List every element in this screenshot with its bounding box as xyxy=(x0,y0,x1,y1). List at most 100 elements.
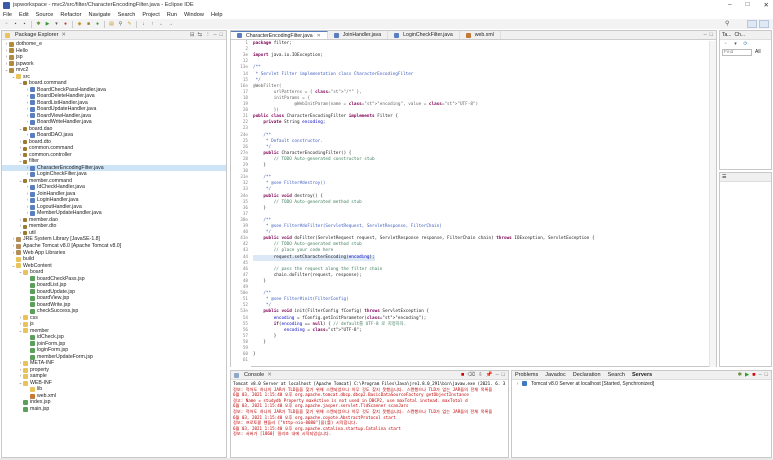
jsp-icon xyxy=(30,347,35,353)
tab-declaration[interactable]: Declaration xyxy=(573,372,601,378)
jsp-icon xyxy=(30,308,35,314)
java-icon xyxy=(30,198,35,204)
console-launch-header: Tomcat v8.0 Server at localhost [Apache … xyxy=(233,381,506,386)
next-annotation-icon[interactable]: ↓ xyxy=(140,21,147,28)
toolbar-divider xyxy=(136,20,137,28)
editor-tab[interactable]: web.xml xyxy=(460,31,501,39)
main-toolbar: ▫ ▪ ▪ ✱ ▶ ▾ ● ◆ ■ ● ▤ ⚲ ✎ ↓ ↑ ← → ⚲ xyxy=(0,19,773,29)
minimize-view-icon[interactable]: – xyxy=(759,372,762,378)
project-tree: › dothome_e › Hello › jsp › jspwork ⌄ mvc2 ⌄ src ⌄ bo… xyxy=(2,40,226,412)
external-tools-icon[interactable]: ● xyxy=(62,21,69,28)
close-tab-icon[interactable]: ✕ xyxy=(317,33,321,39)
menu-run[interactable]: Run xyxy=(167,12,177,18)
debug-icon[interactable]: ✱ xyxy=(35,21,42,28)
maximize-button[interactable]: □ xyxy=(746,1,750,9)
server-label: Tomcat v8.0 Server at localhost [Started… xyxy=(531,380,655,387)
editor-tab[interactable]: CharacterEncodingFilter.java ✕ xyxy=(231,31,328,39)
stop-server-icon[interactable]: ■ xyxy=(752,372,755,378)
expand-arrow-icon[interactable]: › xyxy=(515,381,520,386)
run-icon[interactable]: ▶ xyxy=(44,21,51,28)
clear-console-icon[interactable]: ⌫ xyxy=(467,372,475,378)
back-icon[interactable]: ← xyxy=(158,21,165,28)
package-explorer-title[interactable]: Package Explorer xyxy=(15,32,58,38)
tab-javadoc[interactable]: Javadoc xyxy=(545,372,566,378)
maximize-view-icon[interactable]: □ xyxy=(502,372,505,378)
new-icon[interactable]: ▫ xyxy=(3,21,10,28)
menu-help[interactable]: Help xyxy=(211,12,223,18)
project-icon xyxy=(9,54,14,60)
code-editor[interactable]: 1 package filter; 2 3⊕ import java.io.IOExce… xyxy=(231,41,716,367)
package-explorer-header: Package Explorer ✕ ⊟ ⇆ ⋮ – □ xyxy=(2,31,226,40)
menu-refactor[interactable]: Refactor xyxy=(60,12,81,18)
close-icon[interactable]: ✕ xyxy=(61,32,66,38)
quick-access-icon[interactable]: ⚲ xyxy=(725,20,733,28)
outline-tabs: ☰ xyxy=(720,173,771,182)
collapse-all-icon[interactable]: ⊟ xyxy=(190,32,195,38)
terminate-icon[interactable]: ■ xyxy=(461,372,464,378)
editor-tab[interactable]: LoginCheckFilter.java xyxy=(388,31,460,39)
maximize-view-icon[interactable]: □ xyxy=(765,372,768,378)
run-dropdown-icon[interactable]: ▾ xyxy=(53,21,60,28)
new-package-icon[interactable]: ■ xyxy=(85,21,92,28)
server-row[interactable]: › Tomcat v8.0 Server at localhost [Start… xyxy=(512,380,771,387)
tree-item[interactable]: main.jsp xyxy=(2,406,226,413)
new-class-icon[interactable]: ● xyxy=(94,21,101,28)
tab-search[interactable]: Search xyxy=(608,372,625,378)
save-icon[interactable]: ▪ xyxy=(12,21,19,28)
close-icon[interactable]: ✕ xyxy=(267,372,272,378)
filter-icon[interactable]: ▾ xyxy=(732,41,739,48)
menu-project[interactable]: Project xyxy=(142,12,159,18)
toolbar-divider xyxy=(104,20,105,28)
menu-navigate[interactable]: Navigate xyxy=(89,12,111,18)
minimize-view-icon[interactable]: – xyxy=(496,372,499,378)
new-task-icon[interactable]: ▫ xyxy=(722,41,729,48)
menu-edit[interactable]: Edit xyxy=(19,12,29,18)
start-debug-icon[interactable]: ✱ xyxy=(737,372,742,378)
tab-problems[interactable]: Problems xyxy=(515,372,538,378)
mark-occurrences-icon[interactable]: ✎ xyxy=(126,21,133,28)
pkg-icon xyxy=(23,153,27,158)
save-all-icon[interactable]: ▪ xyxy=(21,21,28,28)
forward-icon[interactable]: → xyxy=(167,21,174,28)
console-title[interactable]: Console xyxy=(244,372,264,378)
editor-scrollbar[interactable] xyxy=(709,41,716,367)
perspective-jee-icon[interactable] xyxy=(759,20,769,28)
find-input[interactable]: Find xyxy=(722,48,752,56)
editor-tab[interactable]: JoinHandler.java xyxy=(328,31,389,39)
link-editor-icon[interactable]: ⇆ xyxy=(198,32,203,38)
menu-window[interactable]: Window xyxy=(184,12,204,18)
checklist-tab[interactable]: Ch... xyxy=(734,32,745,38)
toolbar-divider xyxy=(31,20,32,28)
minimize-view-icon[interactable]: – xyxy=(214,32,217,38)
start-server-icon[interactable]: ▶ xyxy=(745,372,749,378)
tab-servers[interactable]: Servers xyxy=(632,372,652,378)
close-button[interactable]: ✕ xyxy=(764,1,769,9)
menu-search[interactable]: Search xyxy=(118,12,136,18)
code-line[interactable]: 61 xyxy=(231,358,716,364)
search-icon[interactable]: ⚲ xyxy=(117,21,124,28)
lib-icon xyxy=(16,237,21,243)
menu-source[interactable]: Source xyxy=(36,12,54,18)
prev-annotation-icon[interactable]: ↑ xyxy=(149,21,156,28)
minimize-button[interactable]: – xyxy=(728,1,732,9)
window-title: jspworkspace - mvc2/src/filter/Character… xyxy=(13,2,194,8)
outline-tab[interactable]: ☰ xyxy=(722,174,726,180)
view-menu-icon[interactable]: ⋮ xyxy=(205,32,211,38)
maximize-view-icon[interactable]: □ xyxy=(220,32,223,38)
scroll-lock-icon[interactable]: ⇩ xyxy=(478,372,483,378)
maximize-view-icon[interactable]: □ xyxy=(710,32,713,38)
console-output[interactable]: Tomcat v8.0 Server at localhost [Apache … xyxy=(231,380,508,438)
sync-icon[interactable]: ⟳ xyxy=(742,41,749,48)
menu-file[interactable]: File xyxy=(3,12,12,18)
minimize-view-icon[interactable]: – xyxy=(704,32,707,38)
pin-console-icon[interactable]: 📌 xyxy=(486,372,493,378)
server-icon xyxy=(522,381,527,386)
java-icon xyxy=(30,185,35,191)
java-icon xyxy=(30,100,35,106)
open-type-icon[interactable]: ▤ xyxy=(108,21,115,28)
all-filter-dropdown[interactable]: All xyxy=(755,49,761,55)
task-list-tab[interactable]: Ta... xyxy=(722,32,731,38)
package-explorer-icon xyxy=(5,32,10,38)
perspective-java-icon[interactable] xyxy=(747,20,757,28)
new-java-project-icon[interactable]: ◆ xyxy=(76,21,83,28)
